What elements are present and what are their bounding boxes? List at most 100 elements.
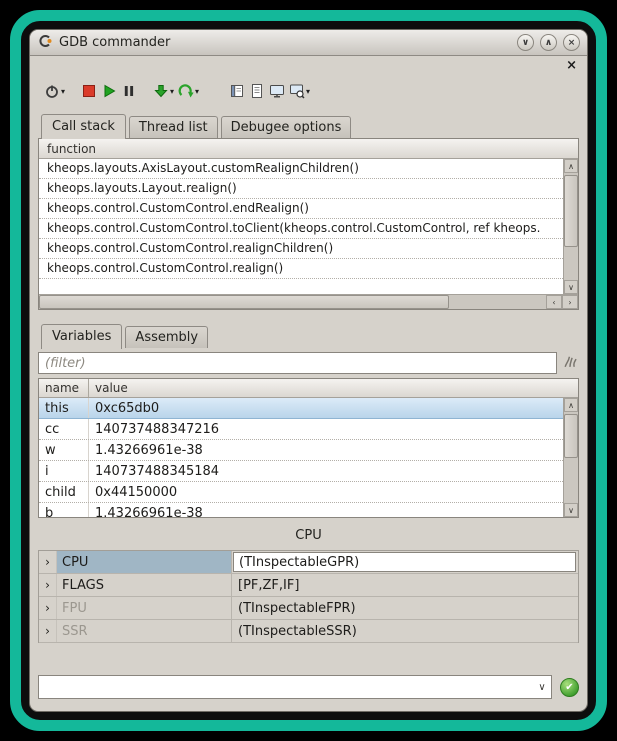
scroll-up-button[interactable]: ∧ xyxy=(564,398,578,412)
watch-view-button[interactable]: ▾ xyxy=(287,79,312,103)
expander-icon[interactable]: › xyxy=(39,574,57,596)
cpu-row-value: [PF,ZF,IF] xyxy=(232,574,578,596)
callstack-row[interactable]: kheops.control.CustomControl.endRealign(… xyxy=(39,199,563,219)
cpu-row[interactable]: › FLAGS [PF,ZF,IF] xyxy=(39,574,578,597)
cpu-row[interactable]: › CPU xyxy=(39,551,578,574)
stop-button[interactable] xyxy=(79,79,99,103)
callstack-row[interactable]: kheops.layouts.Layout.realign() xyxy=(39,179,563,199)
expander-icon[interactable]: › xyxy=(39,597,57,619)
chevron-down-icon[interactable]: ▾ xyxy=(306,87,310,96)
chevron-down-icon[interactable]: ▾ xyxy=(195,87,199,96)
dock-close-icon[interactable]: × xyxy=(564,59,579,72)
scroll-thumb[interactable] xyxy=(39,295,449,309)
column-header-name: name xyxy=(39,379,89,397)
scroll-up-button[interactable]: ∧ xyxy=(564,159,578,173)
command-combobox[interactable]: ∨ xyxy=(38,675,552,699)
step-over-button[interactable]: ▾ xyxy=(176,79,201,103)
maximize-button[interactable]: ∧ xyxy=(540,34,557,51)
callstack-row[interactable]: kheops.control.CustomControl.realign() xyxy=(39,259,563,279)
scroll-thumb[interactable] xyxy=(564,414,578,458)
variable-value: 1.43266961e-38 xyxy=(89,503,563,517)
variables-body: this 0xc65db0 cc 140737488347216 w 1.432… xyxy=(39,398,578,517)
scroll-down-button[interactable]: ∨ xyxy=(564,280,578,294)
document-icon xyxy=(249,83,265,99)
callstack-rows: kheops.layouts.AxisLayout.customRealignC… xyxy=(39,159,563,294)
debug-toolbar: ▾ xyxy=(38,74,579,108)
scroll-left-button[interactable]: ‹ xyxy=(546,295,562,309)
callstack-body: kheops.layouts.AxisLayout.customRealignC… xyxy=(39,159,578,294)
variable-row[interactable]: cc 140737488347216 xyxy=(39,419,563,440)
screenshot-frame: GDB commander ∨ ∧ × × xyxy=(10,10,607,731)
variable-name: i xyxy=(39,461,89,481)
log-view-button[interactable] xyxy=(247,79,267,103)
expander-icon[interactable]: › xyxy=(39,551,57,573)
chevron-down-icon[interactable]: ▾ xyxy=(61,87,65,96)
command-input[interactable] xyxy=(39,676,533,698)
variable-row[interactable]: i 140737488345184 xyxy=(39,461,563,482)
variable-row[interactable]: child 0x44150000 xyxy=(39,482,563,503)
pause-icon xyxy=(121,83,137,99)
cpu-row[interactable]: › FPU (TInspectableFPR) xyxy=(39,597,578,620)
callstack-column-header: function xyxy=(39,139,578,159)
callstack-row[interactable]: kheops.layouts.AxisLayout.customRealignC… xyxy=(39,159,563,179)
variable-value: 1.43266961e-38 xyxy=(89,440,563,460)
ok-button[interactable]: ✔ xyxy=(560,678,579,697)
gdb-commander-window: GDB commander ∨ ∧ × × xyxy=(29,29,588,712)
cpu-row-name: FPU xyxy=(57,597,232,619)
stop-icon xyxy=(81,83,97,99)
variable-name: this xyxy=(39,398,89,418)
scroll-down-button[interactable]: ∨ xyxy=(564,503,578,517)
scroll-track[interactable] xyxy=(449,295,546,309)
cpu-row-value: (TInspectableSSR) xyxy=(232,620,578,642)
expander-icon[interactable]: › xyxy=(39,620,57,642)
cpu-value-text: [PF,ZF,IF] xyxy=(232,578,299,593)
titlebar[interactable]: GDB commander ∨ ∧ × xyxy=(30,30,587,56)
cpu-value-edit[interactable] xyxy=(233,552,576,572)
vertical-scrollbar[interactable]: ∧ ∨ xyxy=(563,159,578,294)
variable-name: w xyxy=(39,440,89,460)
vertical-scrollbar[interactable]: ∧ ∨ xyxy=(563,398,578,517)
callstack-row[interactable]: kheops.control.CustomControl.realignChil… xyxy=(39,239,563,259)
variable-name: child xyxy=(39,482,89,502)
scroll-thumb[interactable] xyxy=(564,175,578,247)
cpu-grid: › CPU › FLAGS [PF,ZF,IF] › FPU xyxy=(38,550,579,643)
tab-variables[interactable]: Variables xyxy=(41,324,122,349)
variable-value: 140737488347216 xyxy=(89,419,563,439)
tab-call-stack[interactable]: Call stack xyxy=(41,114,126,139)
panel-splitter[interactable] xyxy=(38,310,579,324)
tab-debugee-options[interactable]: Debugee options xyxy=(221,116,352,138)
close-button[interactable]: × xyxy=(563,34,580,51)
step-into-button[interactable]: ▾ xyxy=(151,79,176,103)
callstack-list: function kheops.layouts.AxisLayout.custo… xyxy=(38,138,579,310)
cpu-value-text: (TInspectableFPR) xyxy=(232,601,356,616)
variables-table: name value this 0xc65db0 cc 140737488347… xyxy=(38,378,579,518)
scroll-track[interactable] xyxy=(564,412,578,503)
monitor-icon xyxy=(269,83,285,99)
variable-row[interactable]: this 0xc65db0 xyxy=(39,398,563,419)
horizontal-scrollbar[interactable]: ‹ › xyxy=(39,294,578,309)
play-icon xyxy=(101,83,117,99)
chevron-down-icon[interactable]: ∨ xyxy=(533,682,551,693)
variable-row[interactable]: w 1.43266961e-38 xyxy=(39,440,563,461)
app-icon xyxy=(37,33,53,53)
callstack-row[interactable]: kheops.control.CustomControl.toClient(kh… xyxy=(39,219,563,239)
variable-row[interactable]: b 1.43266961e-38 xyxy=(39,503,563,517)
open-view-button[interactable] xyxy=(227,79,247,103)
cpu-row-name: CPU xyxy=(57,551,232,573)
scroll-track[interactable] xyxy=(564,173,578,280)
scroll-right-button[interactable]: › xyxy=(562,295,578,309)
variable-value: 0x44150000 xyxy=(89,482,563,502)
arrow-down-icon xyxy=(153,83,169,99)
chevron-down-icon[interactable]: ▾ xyxy=(170,87,174,96)
tab-thread-list[interactable]: Thread list xyxy=(129,116,218,138)
monitor-search-icon xyxy=(289,83,305,99)
minimize-button[interactable]: ∨ xyxy=(517,34,534,51)
run-button[interactable] xyxy=(99,79,119,103)
memory-view-button[interactable] xyxy=(267,79,287,103)
pause-button[interactable] xyxy=(119,79,139,103)
tab-assembly[interactable]: Assembly xyxy=(125,326,208,348)
filter-icon[interactable] xyxy=(562,353,579,374)
cpu-row[interactable]: › SSR (TInspectableSSR) xyxy=(39,620,578,643)
power-button[interactable]: ▾ xyxy=(42,79,67,103)
filter-input[interactable] xyxy=(38,352,557,374)
